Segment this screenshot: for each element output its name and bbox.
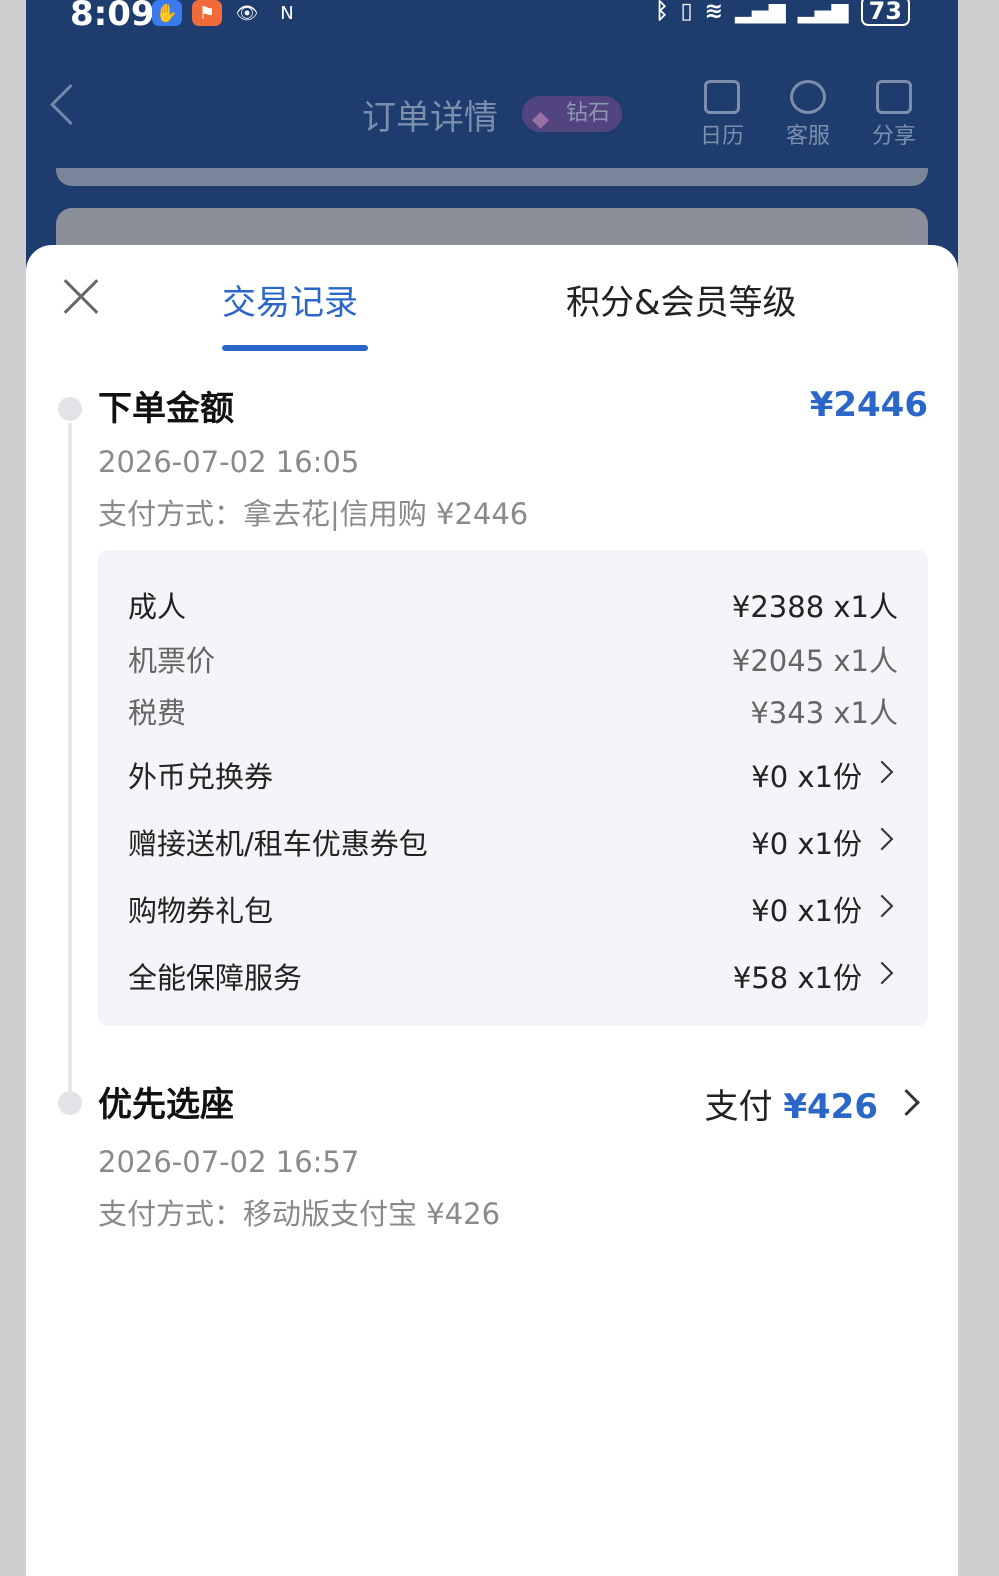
- price-row-link[interactable]: 外币兑换券 ¥0 x1份: [128, 754, 898, 794]
- price-row-value: ¥2388 x1人: [731, 590, 898, 624]
- eye-icon: 👁: [235, 2, 259, 24]
- signal-icon: ▂▄▆: [797, 0, 849, 24]
- status-time: 8:09: [70, 0, 155, 34]
- price-row-link[interactable]: 全能保障服务 ¥58 x1份: [128, 955, 898, 995]
- timeline-dot: [58, 397, 82, 421]
- price-row: 税费 ¥343 x1人: [128, 690, 898, 730]
- chevron-right-icon: [870, 894, 894, 918]
- seat-payment-link[interactable]: 支付 ¥426: [705, 1079, 878, 1128]
- price-row-label: 机票价: [128, 644, 216, 678]
- calendar-button[interactable]: 日历: [692, 80, 752, 150]
- active-tab-indicator: [222, 345, 368, 351]
- share-icon: [876, 80, 912, 114]
- phone-screen: 8:09 ✋ ⚑ 👁 N ᛒ ▯ ≋ ▂▄▆ ▂▄▆ 73 订单详情 ◆ 钻石 …: [26, 0, 958, 1576]
- tab-transaction-records[interactable]: 交易记录: [222, 275, 358, 324]
- customer-service-label: 客服: [785, 124, 830, 149]
- order-time: 2026-07-02 16:05: [98, 445, 360, 479]
- timeline-dot: [58, 1091, 82, 1115]
- order-payment-method: 支付方式：拿去花|信用购 ¥2446: [98, 497, 529, 531]
- timeline-line: [68, 423, 72, 1103]
- share-button[interactable]: 分享: [864, 80, 924, 150]
- pay-label: 支付: [704, 1087, 773, 1127]
- pay-amount: ¥426: [783, 1087, 878, 1127]
- nfc-icon: N: [280, 2, 294, 24]
- price-row-value: ¥0 x1份: [751, 760, 862, 794]
- price-row-link[interactable]: 购物券礼包 ¥0 x1份: [128, 888, 898, 928]
- price-row-label: 外币兑换券: [128, 760, 274, 794]
- vibrate-icon: ▯: [680, 0, 693, 24]
- chevron-right-icon: [870, 760, 894, 784]
- chevron-right-icon: [870, 827, 894, 851]
- chevron-right-icon[interactable]: [893, 1089, 920, 1116]
- diamond-icon: ◆: [532, 107, 549, 132]
- wifi-icon: ≋: [704, 0, 724, 24]
- price-row: 成人 ¥2388 x1人: [128, 584, 898, 624]
- badge-label: 钻石: [566, 101, 611, 126]
- price-row-link[interactable]: 赠接送机/租车优惠券包 ¥0 x1份: [128, 821, 898, 861]
- price-row-value: ¥58 x1份: [732, 961, 862, 995]
- status-bar: 8:09 ✋ ⚑ 👁 N ᛒ ▯ ≋ ▂▄▆ ▂▄▆ 73: [26, 0, 958, 40]
- order-amount-value: ¥2446: [809, 385, 928, 425]
- battery-indicator: 73: [860, 0, 910, 26]
- price-row-label: 成人: [128, 590, 187, 624]
- seat-payment-method: 支付方式：移动版支付宝 ¥426: [98, 1197, 501, 1231]
- signal-icon: ▂▄▆: [735, 0, 786, 24]
- app-shield-icon: ✋: [152, 0, 182, 26]
- price-row-label: 购物券礼包: [128, 894, 274, 928]
- price-breakdown: 成人 ¥2388 x1人 机票价 ¥2045 x1人 税费 ¥343 x1人 外…: [98, 550, 928, 1026]
- customer-service-button[interactable]: 客服: [778, 80, 838, 150]
- page-title: 订单详情: [362, 98, 498, 138]
- calendar-label: 日历: [699, 124, 744, 149]
- transaction-sheet: 交易记录 积分&会员等级 下单金额 ¥2446 2026-07-02 16:05…: [26, 245, 958, 1576]
- background-card: [56, 168, 928, 186]
- back-icon[interactable]: [49, 83, 92, 126]
- price-row-label: 税费: [128, 696, 187, 730]
- membership-badge: ◆ 钻石: [522, 96, 623, 132]
- app-runner-icon: ⚑: [192, 0, 222, 26]
- price-row-value: ¥0 x1份: [751, 827, 862, 861]
- price-row-label: 全能保障服务: [128, 961, 303, 995]
- seat-selection-title: 优先选座: [98, 1085, 234, 1125]
- price-row-value: ¥2045 x1人: [731, 644, 898, 678]
- price-row-value: ¥0 x1份: [751, 894, 862, 928]
- order-header: 订单详情 ◆ 钻石 日历 客服 分享: [26, 60, 958, 180]
- tab-points-membership[interactable]: 积分&会员等级: [566, 275, 797, 324]
- share-label: 分享: [871, 124, 916, 149]
- order-amount-title: 下单金额: [98, 389, 234, 429]
- seat-time: 2026-07-02 16:57: [98, 1145, 360, 1179]
- price-row: 机票价 ¥2045 x1人: [128, 638, 898, 678]
- chevron-right-icon: [870, 961, 894, 985]
- price-row-label: 赠接送机/租车优惠券包: [128, 827, 428, 861]
- price-row-value: ¥343 x1人: [750, 696, 898, 730]
- close-icon[interactable]: [62, 277, 100, 315]
- bluetooth-icon: ᛒ: [655, 0, 669, 24]
- calendar-icon: [704, 80, 740, 114]
- headset-icon: [790, 80, 826, 114]
